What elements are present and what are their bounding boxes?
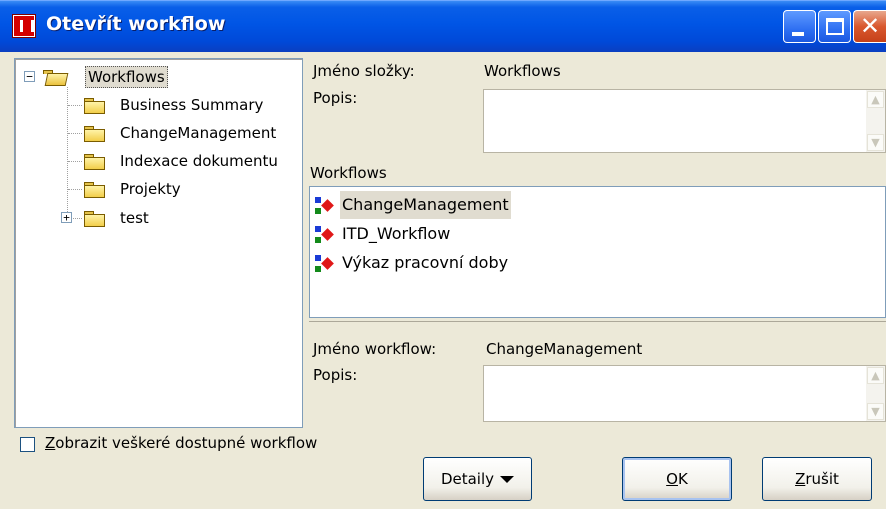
folder-icon <box>84 180 106 198</box>
workflow-icon <box>314 196 338 216</box>
window-title: Otevřít workflow <box>46 13 226 35</box>
minimize-icon <box>792 32 804 36</box>
minimize-button[interactable] <box>783 10 816 43</box>
folder-description-field[interactable]: ▲ ▼ <box>483 89 886 153</box>
workflow-desc-label: Popis: <box>313 366 358 384</box>
tree-connector <box>68 105 82 106</box>
folder-open-icon <box>43 68 69 86</box>
show-all-text: obrazit veškeré dostupné workflow <box>55 434 318 452</box>
workflow-name-label: Jméno workflow: <box>313 340 437 358</box>
tree-item-label: Projekty <box>120 180 181 198</box>
ok-label: K <box>677 470 688 488</box>
tree-connector <box>68 189 82 190</box>
ok-accesskey: O <box>666 470 678 488</box>
show-all-label[interactable]: Zobrazit veškeré dostupné workflow <box>45 434 317 452</box>
cancel-button[interactable]: Zrušit <box>762 457 872 501</box>
close-button[interactable]: ✕ <box>853 10 886 43</box>
workflow-description-scrollbar[interactable]: ▲ ▼ <box>866 366 885 421</box>
folder-icon <box>84 96 106 114</box>
workflow-label: ITD_Workflow <box>342 224 451 243</box>
folder-name-value: Workflows <box>484 62 561 80</box>
workflow-name-value: ChangeManagement <box>486 340 643 358</box>
workflow-label: Výkaz pracovní doby <box>342 253 509 272</box>
show-all-checkbox[interactable] <box>20 437 35 452</box>
tree-connector <box>67 87 68 218</box>
collapse-icon[interactable]: − <box>24 71 35 82</box>
title-bar: Otevřít workflow ✕ <box>0 0 886 52</box>
close-icon: ✕ <box>860 12 881 40</box>
ok-button[interactable]: OK <box>622 457 732 501</box>
workflows-list[interactable]: ChangeManagement ITD_Workflow Výkaz prac… <box>309 186 886 318</box>
show-all-accesskey: Z <box>45 434 56 452</box>
details-label: Detaily <box>440 470 495 488</box>
maximize-icon <box>826 18 844 35</box>
scroll-down-icon[interactable]: ▼ <box>867 134 884 151</box>
cancel-label: rušit <box>805 470 839 488</box>
workflows-heading: Workflows <box>310 164 387 182</box>
folder-desc-label: Popis: <box>313 89 358 107</box>
scroll-down-icon[interactable]: ▼ <box>867 403 884 420</box>
workflow-label: ChangeManagement <box>340 191 511 219</box>
folder-description-scrollbar[interactable]: ▲ ▼ <box>866 90 885 152</box>
cancel-accesskey: Z <box>795 470 806 488</box>
folder-icon <box>84 209 106 227</box>
workflow-icon <box>314 225 338 245</box>
scroll-up-icon[interactable]: ▲ <box>867 367 884 384</box>
details-button[interactable]: Detaily <box>423 457 532 501</box>
tree-item-label: test <box>120 209 149 227</box>
tree-item-label: Indexace dokumentu <box>120 152 278 170</box>
workflow-icon <box>314 254 338 274</box>
tree-connector <box>68 161 82 162</box>
tree-item-label: Workflows <box>85 66 168 88</box>
expand-icon[interactable]: + <box>61 212 72 223</box>
chevron-down-icon <box>500 476 515 483</box>
app-icon <box>12 14 36 38</box>
maximize-button[interactable] <box>818 10 851 43</box>
tree-item-label: ChangeManagement <box>120 124 277 142</box>
tree-connector <box>68 133 82 134</box>
folder-name-label: Jméno složky: <box>313 62 415 80</box>
tree-item-label: Business Summary <box>120 96 264 114</box>
folder-icon <box>84 152 106 170</box>
folder-tree[interactable]: − Workflows Business Summary ChangeManag… <box>14 58 303 428</box>
workflow-description-field[interactable]: ▲ ▼ <box>483 365 886 422</box>
scroll-up-icon[interactable]: ▲ <box>867 91 884 108</box>
folder-icon <box>84 124 106 142</box>
